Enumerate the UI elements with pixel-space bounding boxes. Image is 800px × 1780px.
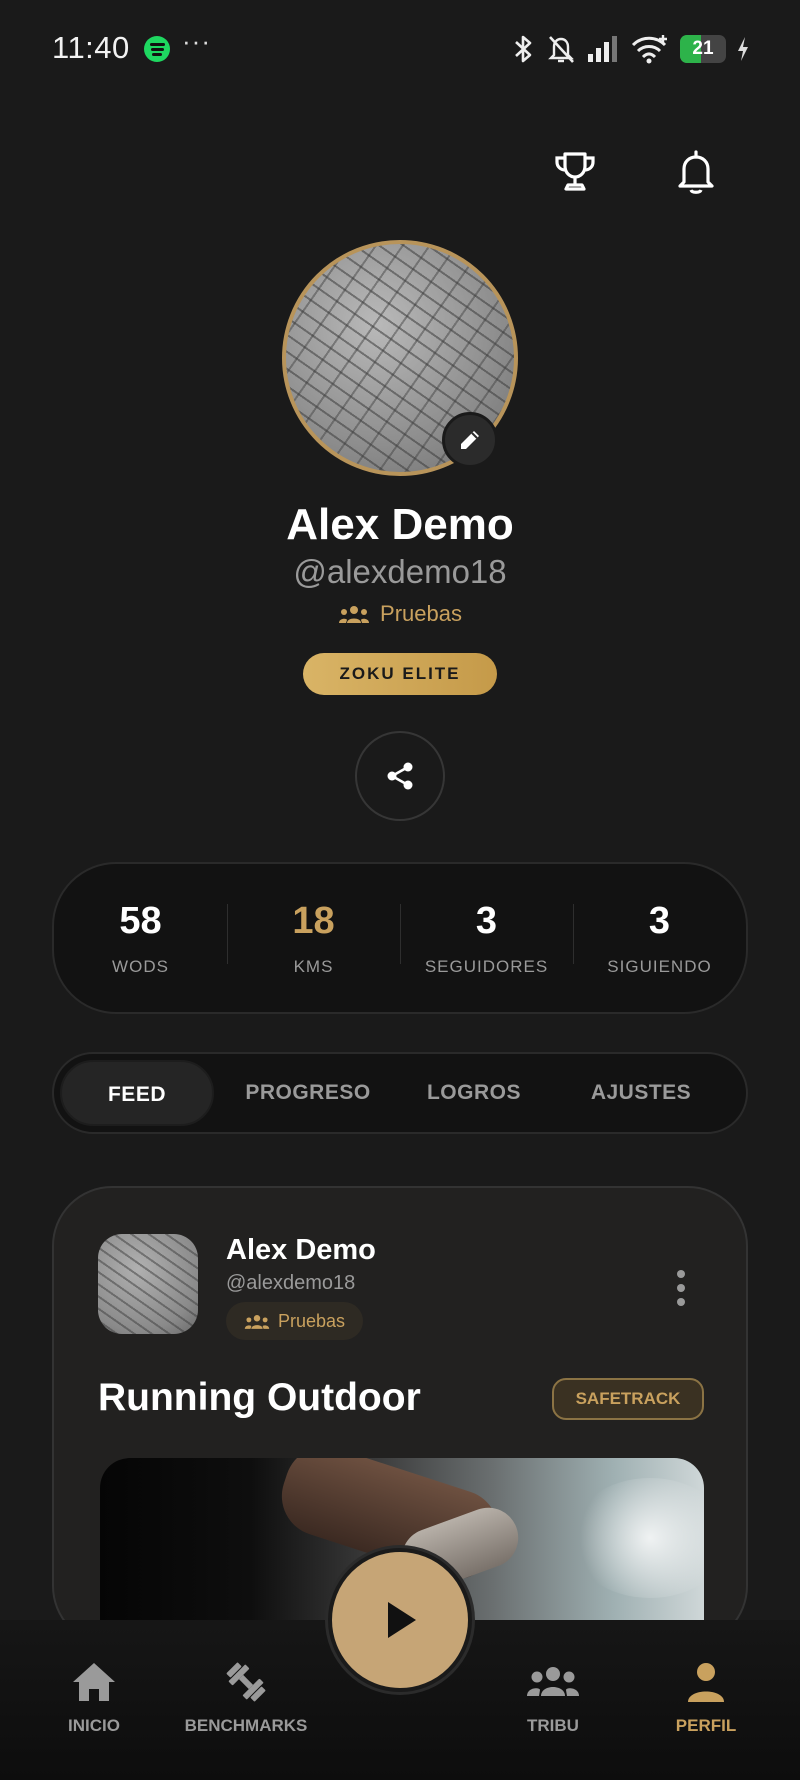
bell-muted-icon <box>548 36 574 63</box>
stat-label: SIGUIENDO <box>607 956 712 976</box>
post-image-detail <box>570 1478 704 1598</box>
bell-icon[interactable] <box>672 148 720 196</box>
play-icon <box>388 1602 416 1638</box>
wifi-icon <box>631 35 667 64</box>
edit-icon <box>461 431 479 449</box>
share-icon <box>387 762 413 790</box>
stat-label: SEGUIDORES <box>424 956 549 976</box>
nav-perfil[interactable]: PERFIL <box>626 1660 786 1736</box>
nav-perfil-label: PERFIL <box>675 1716 737 1735</box>
stat-value: 3 <box>648 899 671 942</box>
bluetooth-icon <box>515 35 532 63</box>
post-author-handle: @alexdemo18 <box>226 1272 356 1294</box>
system-icons: 21 <box>510 32 750 66</box>
stat-value: 3 <box>475 899 498 942</box>
membership-badge: ZOKU ELITE <box>303 653 497 695</box>
stat-value: 18 <box>292 899 335 942</box>
nav-inicio[interactable]: INICIO <box>14 1660 174 1736</box>
post-title: Running Outdoor <box>98 1376 421 1419</box>
nav-tribu-label: TRIBU <box>527 1716 579 1735</box>
stat-label: WODS <box>112 956 169 976</box>
safetrack-badge[interactable]: SAFETRACK <box>552 1378 704 1420</box>
tab-logros[interactable]: LOGROS <box>404 1060 544 1126</box>
battery-level: 21 <box>692 38 714 59</box>
nav-tribu[interactable]: TRIBU <box>473 1660 633 1736</box>
group-icon <box>527 1667 579 1696</box>
profile-group-label: Pruebas <box>380 601 462 626</box>
profile-tabs: FEED PROGRESO LOGROS AJUSTES <box>52 1052 748 1134</box>
profile-handle: @alexdemo18 <box>293 553 507 590</box>
profile-name: Alex Demo <box>286 500 514 549</box>
tab-ajustes[interactable]: AJUSTES <box>566 1060 716 1126</box>
edit-avatar-button[interactable] <box>442 412 498 468</box>
post-group-label: Pruebas <box>278 1310 346 1331</box>
charging-icon <box>738 37 748 61</box>
tab-progreso[interactable]: PROGRESO <box>224 1060 392 1126</box>
profile-group[interactable]: Pruebas <box>0 601 800 627</box>
stat-followers[interactable]: 3 SEGUIDORES <box>400 900 573 977</box>
status-time: 11:40 <box>52 30 130 65</box>
profile-avatar-container <box>282 240 518 476</box>
group-icon <box>339 606 370 623</box>
home-icon <box>73 1663 115 1701</box>
more-notifications-icon: ··· <box>182 26 211 56</box>
trophy-icon[interactable] <box>551 148 599 196</box>
profile-stats: 58 WODS 18 KMS 3 SEGUIDORES 3 SIGUIENDO <box>52 862 748 1014</box>
signal-icon <box>588 36 617 62</box>
tab-feed[interactable]: FEED <box>60 1060 214 1126</box>
stat-wods[interactable]: 58 WODS <box>54 900 227 977</box>
more-vertical-icon[interactable] <box>674 1268 688 1308</box>
status-bar: 11:40 ··· 21 <box>0 0 800 96</box>
stat-value: 58 <box>119 899 162 942</box>
person-icon <box>688 1663 724 1702</box>
battery-icon: 21 <box>680 35 726 63</box>
post-group-chip[interactable]: Pruebas <box>226 1302 364 1340</box>
dumbbell-icon <box>226 1662 266 1702</box>
post-author-avatar[interactable] <box>98 1234 198 1334</box>
spotify-icon <box>144 36 170 62</box>
post-author-name[interactable]: Alex Demo <box>226 1234 376 1267</box>
start-workout-button[interactable] <box>328 1548 472 1692</box>
nav-benchmarks-label: BENCHMARKS <box>184 1716 308 1735</box>
stat-kms[interactable]: 18 KMS <box>227 900 400 977</box>
nav-inicio-label: INICIO <box>68 1716 120 1735</box>
stat-following[interactable]: 3 SIGUIENDO <box>573 900 746 977</box>
nav-benchmarks[interactable]: BENCHMARKS <box>166 1660 326 1736</box>
group-icon <box>244 1314 270 1329</box>
share-button[interactable] <box>355 731 445 821</box>
stat-label: KMS <box>293 956 334 976</box>
